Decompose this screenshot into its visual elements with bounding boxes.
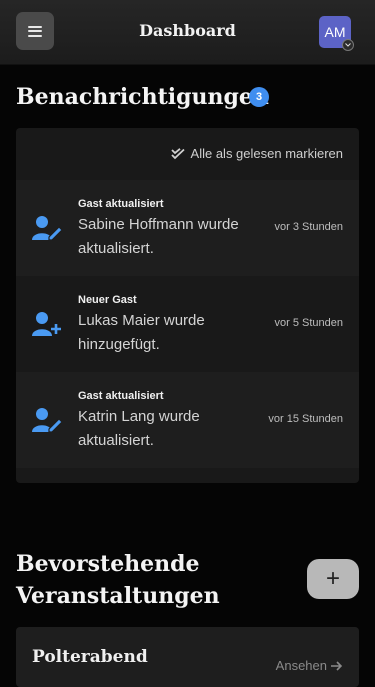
event-name: Polterabend [32, 647, 148, 667]
notifications-card: Alle als gelesen markieren Gast aktualis… [16, 128, 359, 483]
view-event-label: Ansehen [275, 658, 327, 673]
top-bar: Dashboard AM [0, 0, 375, 65]
chevron-down-icon [342, 39, 354, 51]
notification-type: Gast aktualisiert [78, 390, 164, 402]
mark-all-read-label: Alle als gelesen markieren [190, 146, 343, 161]
user-edit-icon [32, 216, 62, 241]
notification-item[interactable]: Neuer Gast Lukas Maier wurde hinzugefügt… [16, 276, 359, 372]
notification-count-badge: 3 [249, 87, 269, 107]
events-title-line2: Veranstaltungen [16, 583, 220, 609]
notification-item[interactable]: Gast aktualisiert Sabine Hoffmann wurde … [16, 180, 359, 276]
avatar[interactable]: AM [319, 16, 354, 51]
notifications-title: Benachrichtigungen [16, 84, 269, 110]
event-card[interactable]: Polterabend Ansehen [16, 627, 359, 687]
user-edit-icon [32, 408, 62, 433]
notification-message: Sabine Hoffmann wurde aktualisiert. [78, 216, 239, 257]
events-title-line1: Bevorstehende [16, 551, 200, 577]
notification-time: vor 5 Stunden [274, 317, 344, 329]
notification-time: vor 3 Stunden [274, 221, 344, 233]
notification-type: Gast aktualisiert [78, 198, 164, 210]
double-check-icon [170, 147, 185, 159]
events-title: Bevorstehende Veranstaltungen [16, 548, 220, 612]
avatar-initials: AM [324, 24, 346, 40]
user-add-icon [32, 312, 61, 336]
notification-type: Neuer Gast [78, 294, 137, 306]
notification-message: Katrin Lang wurde aktualisiert. [78, 408, 200, 449]
notification-message: Lukas Maier wurde hinzugefügt. [78, 312, 205, 353]
arrow-right-icon [331, 660, 343, 671]
notification-time: vor 15 Stunden [268, 413, 343, 425]
add-event-button[interactable]: + [307, 559, 359, 599]
notification-item[interactable]: Gast aktualisiert Katrin Lang wurde aktu… [16, 372, 359, 468]
view-event-link[interactable]: Ansehen [276, 658, 343, 673]
mark-all-read-button[interactable]: Alle als gelesen markieren [170, 146, 343, 161]
